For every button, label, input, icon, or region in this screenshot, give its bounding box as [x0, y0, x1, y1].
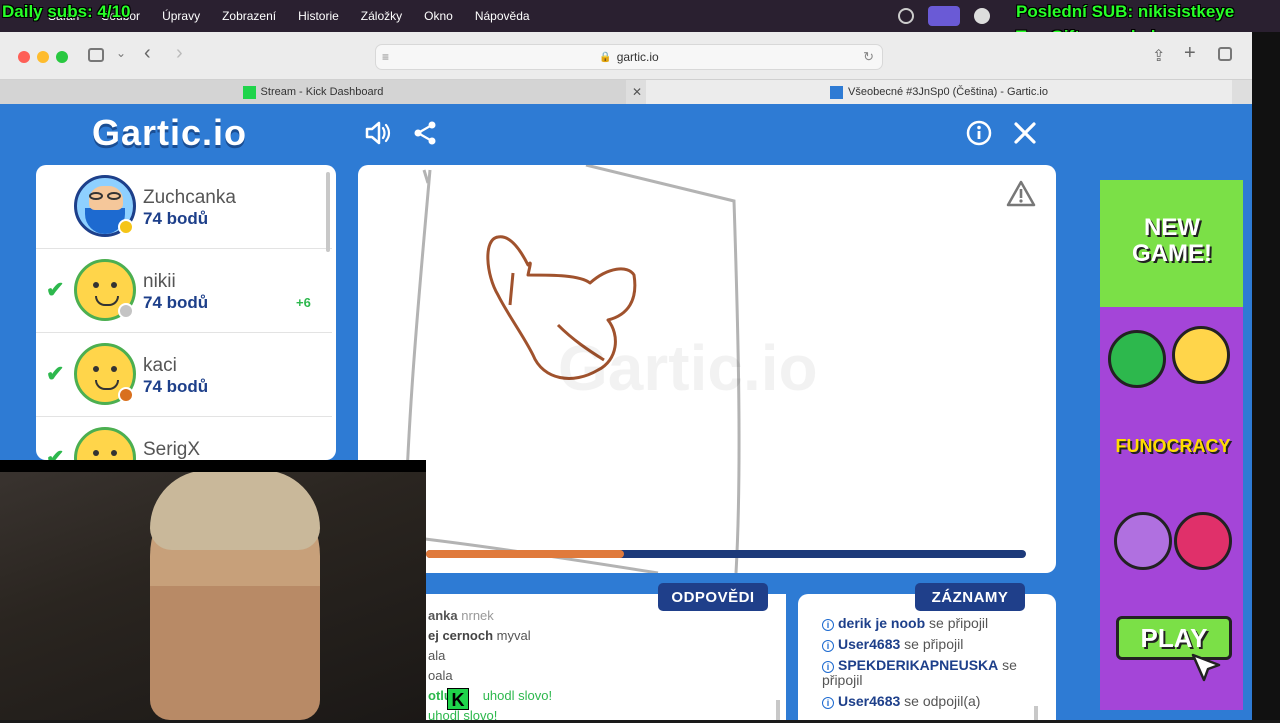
player-row: ✔ SerigX	[36, 417, 332, 460]
player-badge	[118, 387, 134, 403]
records-scrollbar[interactable]	[1034, 706, 1038, 720]
gartic-favicon-icon	[830, 85, 844, 99]
player-row: Zuchcanka 74 bodů	[36, 165, 332, 249]
cursor-icon	[1190, 652, 1224, 691]
reload-icon[interactable]: ↻	[863, 49, 874, 65]
tab-close-icon[interactable]: ✕	[632, 85, 642, 99]
tab-bar: Stream - Kick Dashboard ✕ Všeobecné #3Jn…	[0, 80, 1252, 104]
svg-text:Gartic.io: Gartic.io	[558, 332, 818, 404]
status-menu-icon[interactable]	[898, 8, 914, 24]
url-text: gartic.io	[616, 50, 659, 64]
answer-item: anka nrnek	[428, 608, 494, 623]
window-edge	[1252, 32, 1280, 720]
player-list-scrollbar[interactable]	[326, 172, 330, 252]
drawing-canvas[interactable]: Gartic.io	[358, 165, 1056, 573]
chevron-down-icon[interactable]: ⌄	[116, 46, 126, 60]
records-tab[interactable]: ZÁZNAMY	[915, 583, 1025, 611]
menu-item-view[interactable]: Zobrazení	[222, 9, 276, 23]
share-game-icon[interactable]	[412, 120, 438, 151]
gartic-logo: Gartic.io	[92, 112, 248, 153]
close-game-icon[interactable]	[1012, 120, 1038, 151]
menu-item-bookmarks[interactable]: Záložky	[361, 9, 402, 23]
menu-item-window[interactable]: Okno	[424, 9, 453, 23]
lock-icon: 🔒	[599, 51, 612, 63]
player-name: SerigX	[143, 439, 201, 460]
player-row: ✔ nikii 74 bodů +6	[36, 249, 332, 333]
back-icon[interactable]: ‹	[144, 42, 151, 65]
player-name: Zuchcanka	[143, 187, 236, 208]
timer-bar-fill	[426, 550, 624, 558]
share-icon[interactable]: ⇪	[1152, 46, 1165, 66]
daily-subs-overlay: Daily subs: 4/10	[2, 2, 131, 21]
player-name: nikii	[143, 271, 176, 292]
sound-icon[interactable]	[364, 120, 392, 151]
player-badge	[118, 303, 134, 319]
menu-item-edit[interactable]: Úpravy	[162, 9, 200, 23]
player-points: 74 bodů	[143, 377, 209, 396]
player-list: Zuchcanka 74 bodů ✔ nikii 74 bodů +6 ✔ k…	[36, 165, 336, 460]
record-item: i derik je noob se připojil	[822, 616, 1042, 631]
ad-headline: NEW GAME!	[1132, 214, 1212, 267]
window-close-button[interactable]	[18, 51, 30, 63]
player-badge	[118, 219, 134, 235]
player-points: 74 bodů	[143, 209, 209, 228]
ad-brand: FUNOCRACY	[1115, 436, 1231, 456]
answer-item: ala	[428, 648, 446, 663]
kick-logo: K	[447, 688, 469, 710]
sidebar-icon[interactable]	[88, 48, 104, 62]
window-zoom-button[interactable]	[56, 51, 68, 63]
report-warning-icon[interactable]	[1006, 179, 1036, 212]
player-points: 74 bodů	[143, 293, 209, 312]
kick-favicon-icon	[242, 85, 256, 99]
info-icon[interactable]	[966, 120, 992, 151]
screen-mirror-icon[interactable]	[928, 6, 960, 26]
record-item: i User4683 se připojil	[822, 637, 1042, 652]
ad-character-icon	[1114, 512, 1172, 570]
webcam-frame-top	[0, 460, 426, 472]
new-tab-icon[interactable]: +	[1184, 42, 1196, 65]
record-item: i User4683 se odpojil(a)	[822, 694, 1042, 709]
answer-item: ej cernoch myval	[428, 628, 531, 643]
info-icon: i	[822, 697, 834, 709]
guessed-check-icon: ✔	[46, 361, 65, 386]
info-icon: i	[822, 619, 834, 631]
info-icon: i	[822, 640, 834, 652]
player-name: kaci	[143, 355, 177, 376]
last-sub-overlay: Poslední SUB: nikisistkeye	[1016, 2, 1235, 21]
tab-kick-dashboard[interactable]: Stream - Kick Dashboard ✕	[0, 80, 642, 104]
tab-label: Všeobecné #3JnSp0 (Čeština) - Gartic.io	[848, 86, 1048, 98]
window-minimize-button[interactable]	[37, 51, 49, 63]
webcam-person-hair	[150, 470, 320, 550]
answers-scrollbar[interactable]	[776, 700, 780, 720]
player-avatar	[74, 427, 136, 460]
drawing-strokes: Gartic.io	[402, 165, 818, 573]
page-menu-icon[interactable]: ≡	[382, 50, 389, 64]
menu-item-help[interactable]: Nápověda	[475, 9, 530, 23]
dollar-icon[interactable]	[974, 8, 990, 24]
tab-gartic[interactable]: Všeobecné #3JnSp0 (Čeština) - Gartic.io	[646, 80, 1232, 104]
points-bonus: +6	[296, 295, 311, 310]
tab-overview-icon[interactable]	[1218, 47, 1232, 61]
ad-thumbs-up-icon	[1108, 330, 1166, 388]
guessed-check-icon: ✔	[46, 445, 65, 460]
answers-tab[interactable]: ODPOVĚDI	[658, 583, 768, 611]
ad-emoji-icon	[1174, 512, 1232, 570]
player-row: ✔ kaci 74 bodů	[36, 333, 332, 417]
tab-label: Stream - Kick Dashboard	[260, 86, 384, 98]
answer-item: oala	[428, 668, 453, 683]
record-item: i SPEKDERIKAPNEUSKA se připojil	[822, 657, 1017, 688]
ad-character-icon	[1172, 326, 1230, 384]
address-bar[interactable]: ≡ 🔒 gartic.io ↻	[375, 44, 883, 70]
guessed-check-icon: ✔	[46, 277, 65, 302]
menu-item-history[interactable]: Historie	[298, 9, 339, 23]
forward-icon[interactable]: ›	[176, 42, 183, 65]
